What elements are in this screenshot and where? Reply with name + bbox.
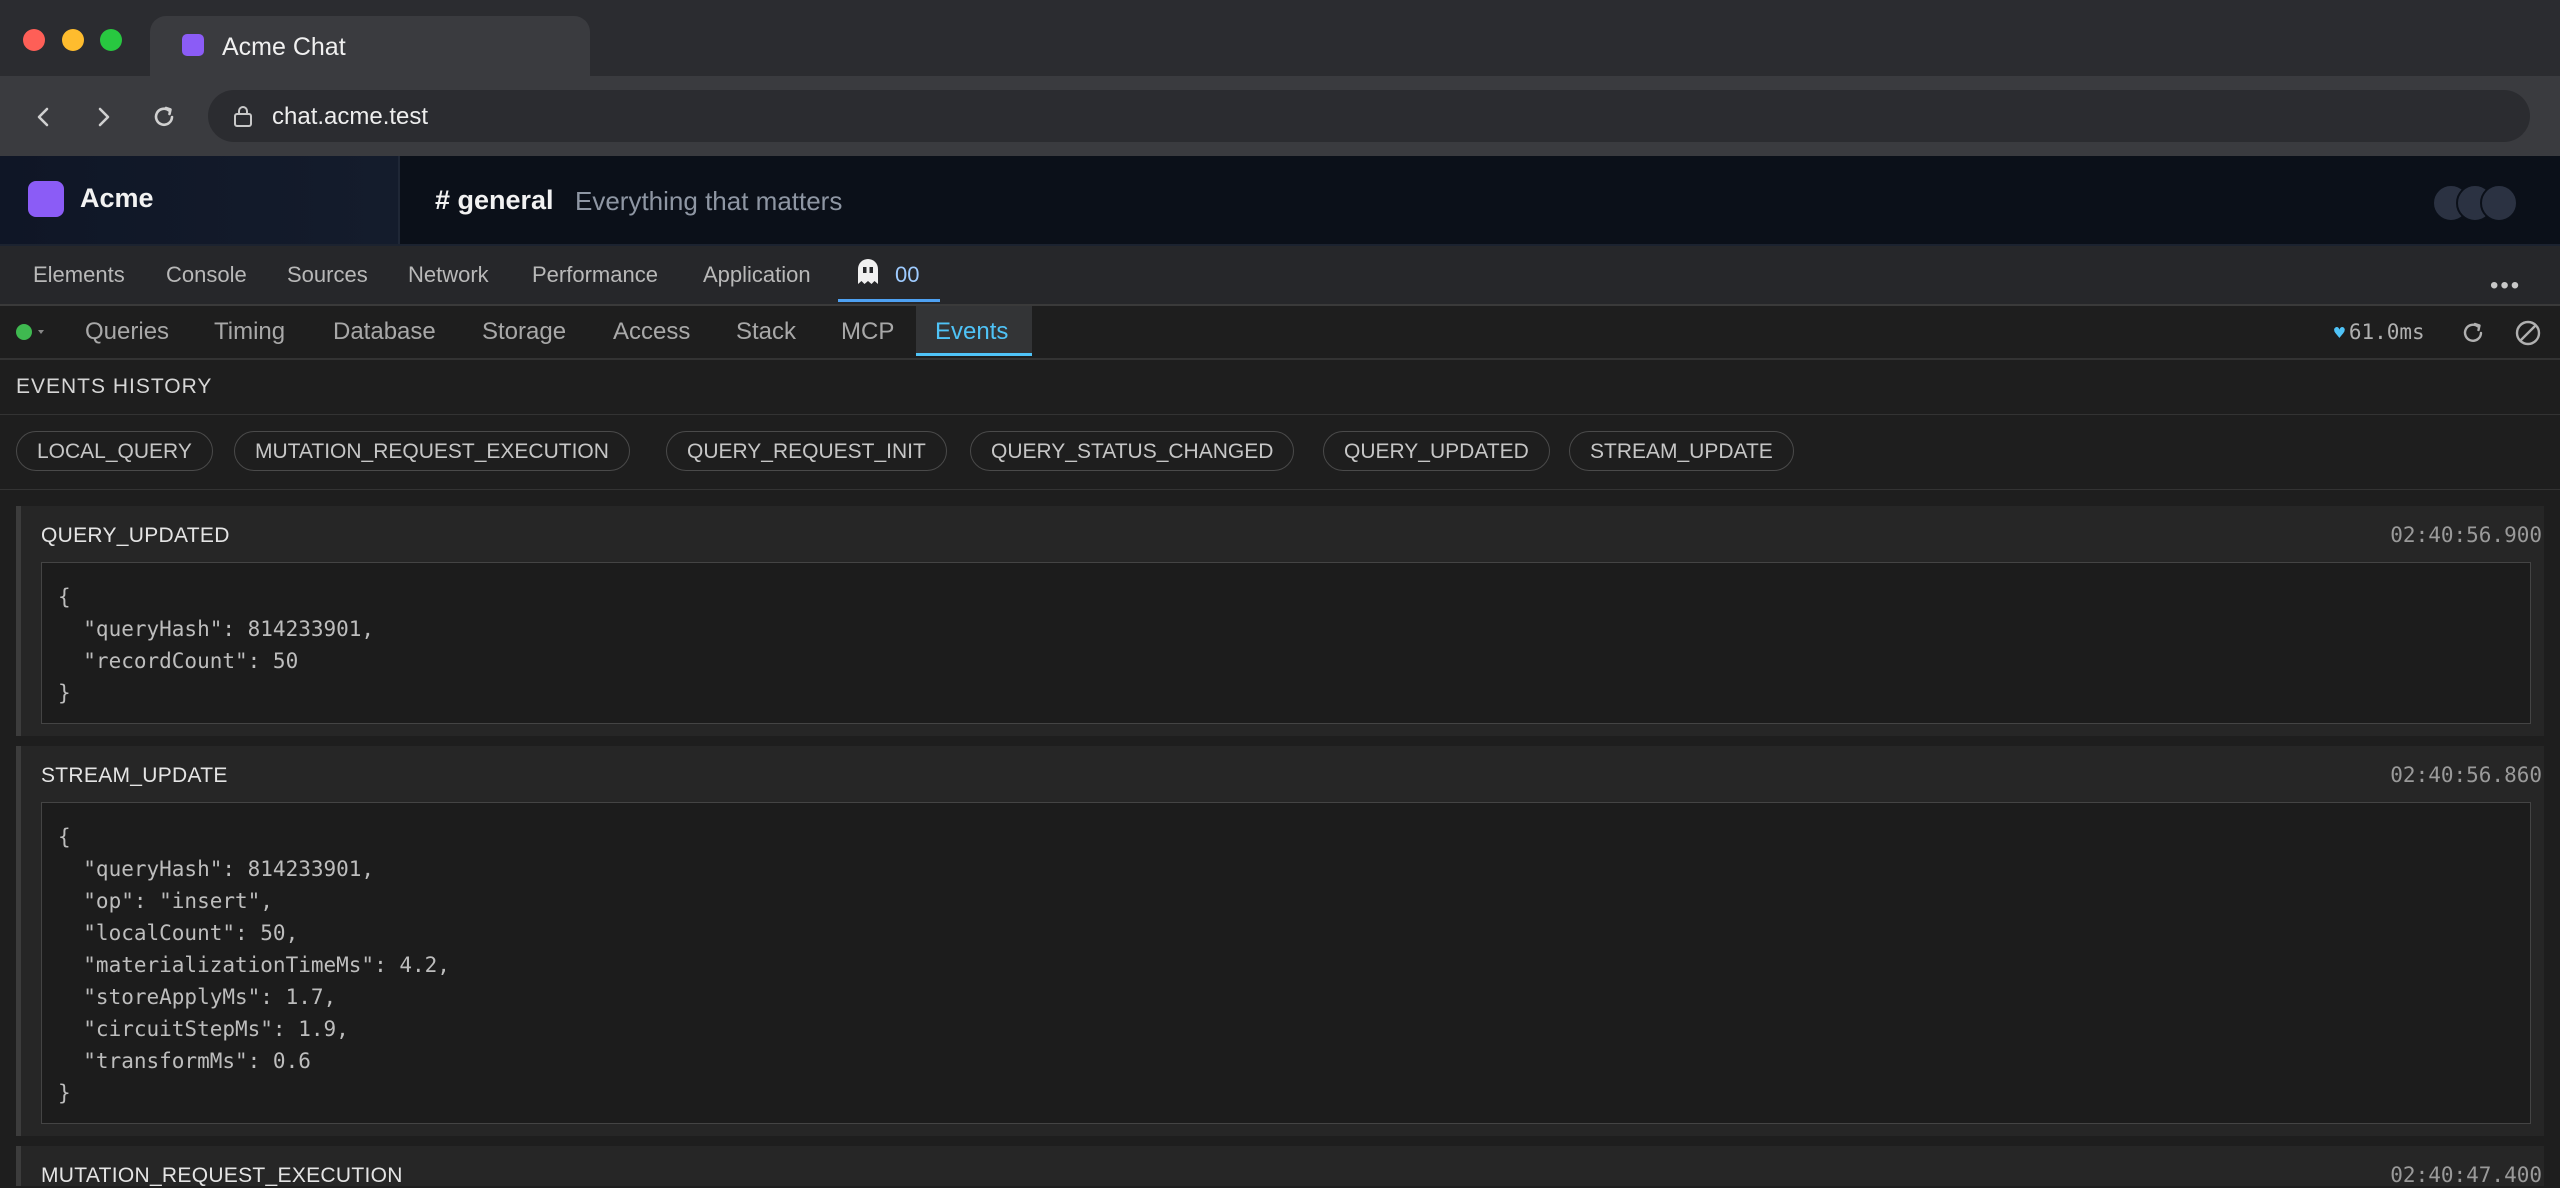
avatar: [2480, 184, 2518, 222]
filter-chip[interactable]: MUTATION_REQUEST_EXECUTION: [234, 431, 630, 471]
section-title: EVENTS HISTORY: [16, 375, 213, 398]
devtools-tab-elements[interactable]: Elements: [33, 262, 125, 288]
tab-timing[interactable]: Timing: [214, 318, 285, 346]
perf-indicator: ♥ 61.0ms: [2334, 320, 2425, 344]
channel-name: # general: [435, 185, 554, 215]
status-caret-icon[interactable]: [38, 330, 44, 334]
more-options-icon[interactable]: •••: [2490, 272, 2521, 300]
filter-chip[interactable]: QUERY_UPDATED: [1323, 431, 1550, 471]
ghost-icon[interactable]: [855, 258, 881, 286]
event-timestamp: 02:40:56.860: [2390, 763, 2542, 787]
event-name: QUERY_UPDATED: [41, 524, 230, 547]
event-name: MUTATION_REQUEST_EXECUTION: [41, 1164, 403, 1187]
event-card[interactable]: QUERY_UPDATED 02:40:56.900 { "queryHash"…: [16, 506, 2544, 736]
minimize-window-button[interactable]: [62, 29, 84, 51]
forward-button[interactable]: [86, 100, 120, 134]
event-payload-json: { "queryHash": 814233901, "recordCount":…: [58, 585, 375, 705]
tab-stack[interactable]: Stack: [736, 318, 796, 346]
reload-icon: [154, 106, 174, 126]
workspace-name: Acme: [80, 183, 154, 213]
lock-icon: [234, 106, 252, 127]
browser-tab[interactable]: Acme Chat: [150, 16, 590, 76]
event-payload: { "queryHash": 814233901, "op": "insert"…: [41, 802, 2531, 1124]
connection-status-icon[interactable]: [16, 324, 32, 340]
event-timestamp: 02:40:47.400: [2390, 1163, 2542, 1187]
filter-chip[interactable]: STREAM_UPDATE: [1569, 431, 1794, 471]
tab-mcp[interactable]: MCP: [841, 318, 894, 346]
heart-icon: ♥: [2334, 323, 2345, 344]
browser-tab-title: Acme Chat: [222, 33, 346, 61]
chevron-right-icon: [98, 107, 110, 127]
url-text: chat.acme.test: [272, 103, 429, 130]
event-filter-bar: LOCAL_QUERY MUTATION_REQUEST_EXECUTION Q…: [0, 414, 2560, 490]
event-payload: { "queryHash": 814233901, "recordCount":…: [41, 562, 2531, 724]
filter-chip[interactable]: QUERY_STATUS_CHANGED: [970, 431, 1295, 471]
perf-value: 61.0ms: [2348, 320, 2425, 344]
refresh-icon[interactable]: [2458, 318, 2488, 348]
tab-database[interactable]: Database: [333, 318, 436, 346]
tab-events[interactable]: Events: [935, 318, 1008, 346]
devtools-tab-network[interactable]: Network: [408, 262, 489, 288]
active-tab-indicator: [838, 299, 940, 302]
event-card[interactable]: STREAM_UPDATE 02:40:56.860 { "queryHash"…: [16, 746, 2544, 1136]
back-button[interactable]: [27, 100, 61, 134]
browser-toolbar: chat.acme.test: [0, 76, 2560, 156]
chevron-left-icon: [37, 107, 49, 127]
devtools-tab-sources[interactable]: Sources: [287, 262, 368, 288]
devtools-tab-application[interactable]: Application: [703, 262, 811, 288]
close-window-button[interactable]: [23, 29, 45, 51]
reload-button[interactable]: [147, 100, 181, 134]
event-name: STREAM_UPDATE: [41, 764, 228, 787]
member-avatars[interactable]: [2432, 184, 2522, 222]
app-header: Acme # general Everything that matters: [0, 156, 2560, 246]
devtools-tab-plugin[interactable]: 00: [895, 262, 919, 288]
browser-tab-strip: Acme Chat: [0, 0, 2560, 76]
tab-storage[interactable]: Storage: [482, 318, 566, 346]
clear-icon[interactable]: [2513, 318, 2543, 348]
event-timestamp: 02:40:56.900: [2390, 523, 2542, 547]
devtools-tab-performance[interactable]: Performance: [532, 262, 658, 288]
address-bar[interactable]: chat.acme.test: [208, 90, 2530, 142]
tab-access[interactable]: Access: [613, 318, 690, 346]
devtools-tabbar: Elements Console Sources Network Perform…: [0, 246, 2560, 306]
plugin-tabbar: Queries Timing Database Storage Access S…: [0, 306, 2560, 360]
filter-chip[interactable]: QUERY_REQUEST_INIT: [666, 431, 947, 471]
event-payload-json: { "queryHash": 814233901, "op": "insert"…: [58, 825, 450, 1105]
zoom-window-button[interactable]: [100, 29, 122, 51]
filter-chip[interactable]: LOCAL_QUERY: [16, 431, 213, 471]
tab-queries[interactable]: Queries: [85, 318, 169, 346]
workspace-logo-icon: [28, 181, 64, 217]
channel-description: Everything that matters: [575, 186, 843, 216]
active-subtab-indicator: [916, 353, 1032, 356]
devtools-tab-console[interactable]: Console: [166, 262, 247, 288]
workspace-switcher[interactable]: Acme: [0, 156, 400, 244]
favicon-icon: [182, 34, 204, 56]
event-card[interactable]: MUTATION_REQUEST_EXECUTION 02:40:47.400: [16, 1146, 2544, 1187]
